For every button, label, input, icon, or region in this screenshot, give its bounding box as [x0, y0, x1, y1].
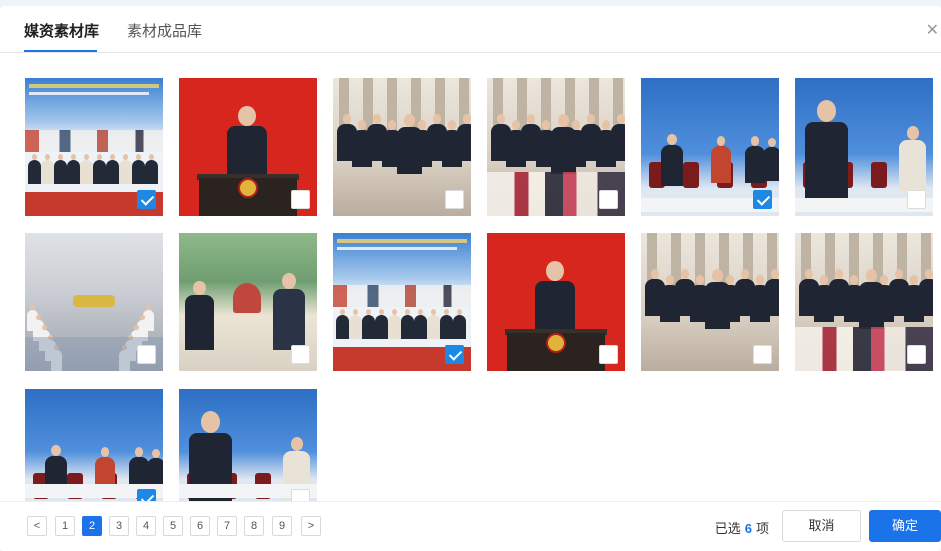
checkbox-checked-icon[interactable]	[753, 190, 772, 209]
dialog-footer: < 1 2 3 4 5 6 7 8 9 > 已选 6 项 取消 确定	[0, 501, 941, 551]
media-picker-dialog: 媒资素材库 素材成品库 ✕ < 1 2 3 4 5 6 7 8 9 > 已选 6 项…	[0, 6, 941, 551]
page-7[interactable]: 7	[217, 516, 237, 536]
thumbnail-photo	[25, 389, 163, 502]
next-page-button[interactable]: >	[301, 516, 321, 536]
page-8[interactable]: 8	[244, 516, 264, 536]
checkbox-icon[interactable]	[137, 345, 156, 364]
image-thumbnail[interactable]	[487, 78, 625, 216]
checkbox-icon[interactable]	[445, 190, 464, 209]
page-9[interactable]: 9	[272, 516, 292, 536]
tab-finished-library[interactable]: 素材成品库	[127, 20, 202, 41]
image-thumbnail[interactable]	[487, 233, 625, 371]
image-thumbnail[interactable]	[25, 78, 163, 216]
image-thumbnail[interactable]	[333, 78, 471, 216]
image-thumbnail[interactable]	[179, 78, 317, 216]
checkbox-checked-icon[interactable]	[137, 190, 156, 209]
image-thumbnail[interactable]	[179, 233, 317, 371]
checkbox-icon[interactable]	[291, 190, 310, 209]
page-3[interactable]: 3	[109, 516, 129, 536]
cancel-button[interactable]: 取消	[782, 510, 861, 542]
image-thumbnail[interactable]	[25, 233, 163, 371]
checkbox-icon[interactable]	[753, 345, 772, 364]
thumbnail-photo	[179, 389, 317, 502]
image-thumbnail[interactable]	[333, 233, 471, 371]
image-thumbnail[interactable]	[641, 233, 779, 371]
image-thumbnail[interactable]	[179, 389, 317, 502]
image-thumbnail[interactable]	[641, 78, 779, 216]
page-4[interactable]: 4	[136, 516, 156, 536]
page-5[interactable]: 5	[163, 516, 183, 536]
selected-suffix: 项	[755, 521, 769, 536]
checkbox-icon[interactable]	[291, 345, 310, 364]
checkbox-icon[interactable]	[907, 345, 926, 364]
checkbox-checked-icon[interactable]	[445, 345, 464, 364]
page-2[interactable]: 2	[82, 516, 102, 536]
active-tab-indicator	[24, 50, 97, 52]
confirm-button[interactable]: 确定	[869, 510, 941, 542]
prev-page-button[interactable]: <	[27, 516, 47, 536]
image-thumbnail[interactable]	[795, 78, 933, 216]
selected-count-info: 已选 6 项	[715, 518, 769, 537]
close-icon[interactable]: ✕	[926, 20, 939, 40]
page-6[interactable]: 6	[190, 516, 210, 536]
selected-prefix: 已选	[714, 521, 741, 536]
image-thumbnail[interactable]	[25, 389, 163, 502]
tab-media-library[interactable]: 媒资素材库	[24, 20, 99, 41]
checkbox-icon[interactable]	[599, 345, 618, 364]
tab-bar: 媒资素材库 素材成品库 ✕	[0, 6, 941, 53]
page-1[interactable]: 1	[55, 516, 75, 536]
checkbox-icon[interactable]	[907, 190, 926, 209]
selected-count: 6	[744, 521, 752, 536]
image-thumbnail[interactable]	[795, 233, 933, 371]
checkbox-icon[interactable]	[599, 190, 618, 209]
